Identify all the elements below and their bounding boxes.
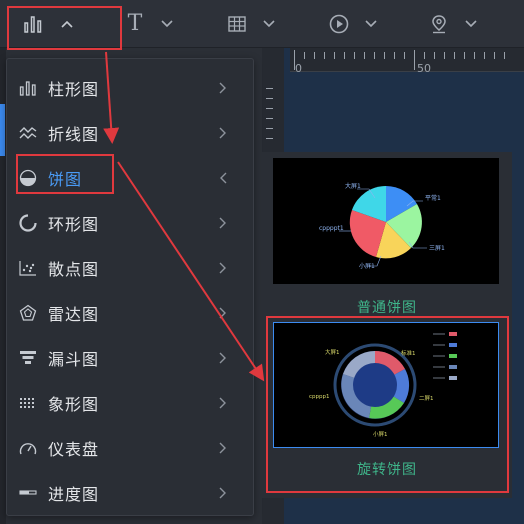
- map-menu-trigger[interactable]: [428, 10, 478, 38]
- menu-item-label: 雷达图: [48, 305, 100, 324]
- chevron-right-icon: [217, 217, 229, 229]
- play-icon: [328, 13, 350, 35]
- scatter-chart-icon: [18, 258, 38, 278]
- menu-item-label: 象形图: [48, 395, 100, 414]
- chevron-right-icon: [217, 262, 229, 274]
- menu-item-label: 柱形图: [48, 80, 100, 99]
- progress-chart-icon: [18, 483, 38, 503]
- pictorial-chart-icon: [18, 393, 38, 413]
- highlight-box-chart-trigger: [7, 6, 122, 50]
- menu-item-scatter-chart[interactable]: 散点图: [7, 246, 253, 290]
- ruler-horizontal: 0 50: [290, 48, 524, 75]
- submenu-label-basic-pie[interactable]: 普通饼图: [262, 297, 512, 317]
- menu-item-progress-chart[interactable]: 进度图: [7, 471, 253, 515]
- funnel-chart-icon: [18, 348, 38, 368]
- menu-item-label: 仪表盘: [48, 440, 100, 459]
- text-menu-trigger[interactable]: T: [124, 10, 174, 38]
- bar-chart-icon: [18, 78, 38, 98]
- thumbnail-basic-pie[interactable]: 大屏1 平常1 三屏1 小屏1 cppppt1: [273, 158, 499, 284]
- text-glyph: T: [127, 11, 143, 36]
- ruler-label-50: 50: [417, 62, 431, 75]
- menu-item-label: 进度图: [48, 485, 100, 504]
- highlight-box-pie-item: [16, 154, 114, 194]
- menu-item-label: 漏斗图: [48, 350, 100, 369]
- radar-chart-icon: [18, 303, 38, 323]
- chevron-right-icon: [217, 487, 229, 499]
- chevron-down-icon: [160, 17, 174, 31]
- menu-item-label: 环形图: [48, 215, 100, 234]
- ring-chart-icon: [18, 213, 38, 233]
- menu-item-ring-chart[interactable]: 环形图: [7, 201, 253, 245]
- menu-item-radar-chart[interactable]: 雷达图: [7, 291, 253, 335]
- menu-item-bar-chart[interactable]: 柱形图: [7, 66, 253, 110]
- chevron-left-icon: [217, 172, 229, 184]
- table-menu-trigger[interactable]: [226, 10, 276, 38]
- media-menu-trigger[interactable]: [328, 10, 378, 38]
- text-icon: T: [124, 13, 146, 35]
- chevron-right-icon: [217, 397, 229, 409]
- ruler-label-0: 0: [295, 62, 302, 75]
- menu-item-pictorial-chart[interactable]: 象形图: [7, 381, 253, 425]
- chevron-down-icon: [464, 17, 478, 31]
- map-pin-icon: [428, 13, 450, 35]
- chevron-right-icon: [217, 82, 229, 94]
- pie-label-2: 平常1: [425, 194, 441, 202]
- sidebar-active-indicator: [0, 104, 5, 156]
- menu-item-label: 折线图: [48, 125, 100, 144]
- menu-item-funnel-chart[interactable]: 漏斗图: [7, 336, 253, 380]
- highlight-box-rotating-pie: [266, 316, 509, 493]
- menu-item-gauge[interactable]: 仪表盘: [7, 426, 253, 470]
- gauge-icon: [18, 438, 38, 458]
- chevron-down-icon: [364, 17, 378, 31]
- menu-item-label: 散点图: [48, 260, 100, 279]
- table-icon: [226, 13, 248, 35]
- chevron-right-icon: [217, 442, 229, 454]
- pie-label-3: 三屏1: [429, 245, 445, 252]
- chevron-down-icon: [262, 17, 276, 31]
- chart-type-menu: 柱形图 折线图 饼图 环形图 散点图 雷达图 漏斗图 象形图 仪表盘 进度图: [6, 58, 254, 516]
- chevron-right-icon: [217, 307, 229, 319]
- chevron-right-icon: [217, 127, 229, 139]
- menu-item-line-chart[interactable]: 折线图: [7, 111, 253, 155]
- chevron-right-icon: [217, 352, 229, 364]
- line-chart-icon: [18, 123, 38, 143]
